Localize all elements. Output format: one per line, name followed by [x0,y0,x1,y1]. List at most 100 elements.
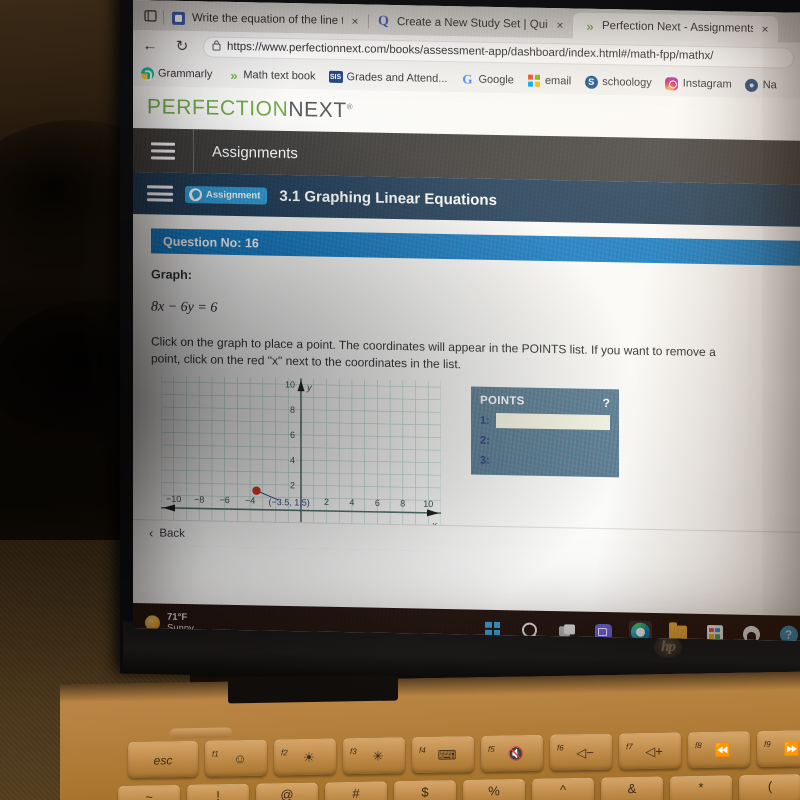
bookmark-google[interactable]: G Google [460,71,514,87]
assignment-title: 3.1 Graphing Linear Equations [279,187,497,209]
bookmark-email[interactable]: email [527,74,571,89]
browser-tab-2[interactable]: » Perfection Next - Assignments × [573,12,778,43]
assignment-menu-icon[interactable] [147,182,173,205]
key-tilde[interactable]: ~ [118,784,180,800]
key-f5-number: f5 [488,744,495,754]
bookmark-grades-and-attendance[interactable]: SIS Grades and Attend... [328,70,447,86]
key-4[interactable]: $ [394,780,456,800]
reload-icon[interactable]: ↻ [171,35,193,57]
help-icon[interactable]: ? [777,623,800,641]
laptop-hinge [228,674,398,704]
key-f2[interactable]: f2 ☀ [274,738,336,776]
hinge-strip [170,727,232,739]
svg-text:2: 2 [324,497,329,507]
points-row-1-value[interactable] [496,412,610,431]
tab-list-icon[interactable] [137,0,163,30]
svg-text:−4: −4 [245,495,255,505]
file-explorer-icon[interactable] [666,621,689,641]
points-row-3-value[interactable] [496,453,610,470]
points-row-1-label: 1: [480,414,490,427]
key-f3-number: f3 [350,747,357,757]
points-row-1[interactable]: 1: [480,412,610,431]
points-panel: POINTS ? 1: 2: 3: [471,386,619,478]
key-5[interactable]: % [463,778,525,800]
key-f3[interactable]: f3 ✳ [343,737,405,775]
bookmark-schoology[interactable]: S schoology [584,75,652,90]
browser-tab-1-title: Create a New Study Set | Quizlet [397,16,548,31]
microsoft-store-icon[interactable] [703,621,726,641]
key-f8[interactable]: f8 ⏪ [688,731,750,769]
points-row-3[interactable]: 3: [480,453,610,470]
close-icon[interactable]: × [759,22,771,36]
key-f6[interactable]: f6 ◁− [550,733,612,771]
bookmark-grammarly[interactable]: Grammarly [140,66,212,81]
address-bar-url: https://www.perfectionnext.com/books/ass… [227,40,714,63]
key-f8-number: f8 [695,741,702,751]
bookmark-email-label: email [544,74,572,88]
bookmark-math-text-book[interactable]: » Math text book [225,67,315,84]
dome-app-icon[interactable] [740,622,763,641]
smiley-icon: ☺ [233,750,247,767]
sis-icon: SIS [328,70,343,84]
mute-icon: 🔇 [507,745,525,761]
key-3[interactable]: # [325,781,387,800]
key-f1-number: f1 [212,749,219,759]
key-f6-number: f6 [557,743,564,753]
tab-separator [163,10,164,25]
key-1[interactable]: ! [187,783,249,800]
key-6[interactable]: ^ [532,777,594,800]
key-2[interactable]: @ [256,782,318,800]
svg-text:4: 4 [290,455,295,465]
volume-down-icon: ◁− [576,744,594,760]
key-9[interactable]: ( [739,774,800,800]
key-f7-number: f7 [626,742,633,752]
browser-tab-2-title: Perfection Next - Assignments [602,20,753,35]
svg-text:−10: −10 [166,494,181,504]
volume-up-icon: ◁+ [645,743,663,759]
web-page: PERFECTIONNEXT® Assignments Assignment 3… [133,86,800,616]
menu-icon[interactable] [133,138,193,164]
back-icon[interactable]: ← [139,34,161,56]
close-icon[interactable]: × [554,18,566,32]
points-row-2[interactable]: 2: [480,433,610,450]
question-prompt-label: Graph: [151,267,192,283]
key-f5[interactable]: f5 🔇 [481,734,543,772]
bookmark-schoology-label: schoology [602,76,652,89]
previous-track-icon: ⏪ [714,742,732,758]
key-esc[interactable]: esc [128,740,198,779]
key-esc-label: esc [153,752,173,768]
keyboard-backlight-icon: ⌨ [437,746,457,763]
schoology-icon: S [584,75,598,89]
bookmark-na[interactable]: ● Na [745,78,777,93]
key-8[interactable]: * [670,775,732,800]
key-f1[interactable]: f1 ☺ [205,739,267,777]
browser-tab-0[interactable]: Write the equation of the line th × [163,5,368,35]
key-7[interactable]: & [601,776,663,800]
points-panel-title: POINTS [480,394,525,408]
svg-text:(−3.5, 1.5): (−3.5, 1.5) [269,497,310,508]
question-content: Question No: 16 Graph: 8x − 6y = 6 Click… [133,214,800,558]
bookmark-instagram[interactable]: Instagram [665,76,732,91]
browser-tab-1[interactable]: Q Create a New Study Set | Quizlet × [368,9,573,39]
help-icon[interactable]: ? [603,396,610,410]
key-f4[interactable]: f4 ⌨ [412,735,474,774]
close-icon[interactable]: × [349,14,361,28]
powerpoint-icon [171,10,186,25]
microsoft-icon [527,74,541,88]
key-f7[interactable]: f7 ◁+ [619,732,681,770]
svg-text:−8: −8 [194,494,204,504]
points-row-2-label: 2: [480,434,490,447]
key-f9[interactable]: f9 ⏩ [757,729,800,768]
points-row-2-value[interactable] [496,433,610,450]
site-logo[interactable]: PERFECTIONNEXT® [147,95,353,123]
question-body: Graph: 8x − 6y = 6 Click on the graph to… [133,253,800,558]
brightness-up-icon: ✳ [372,748,384,764]
browser-tab-0-title: Write the equation of the line th [192,12,343,28]
svg-text:8: 8 [290,405,295,415]
avatar-icon: ● [745,78,759,92]
perfection-next-icon: » [586,18,591,34]
chevron-left-icon[interactable]: ‹ [149,525,153,540]
site-logo-trademark: ® [346,102,354,112]
question-equation: 8x − 6y = 6 [151,299,218,316]
back-button[interactable]: Back [159,527,185,539]
